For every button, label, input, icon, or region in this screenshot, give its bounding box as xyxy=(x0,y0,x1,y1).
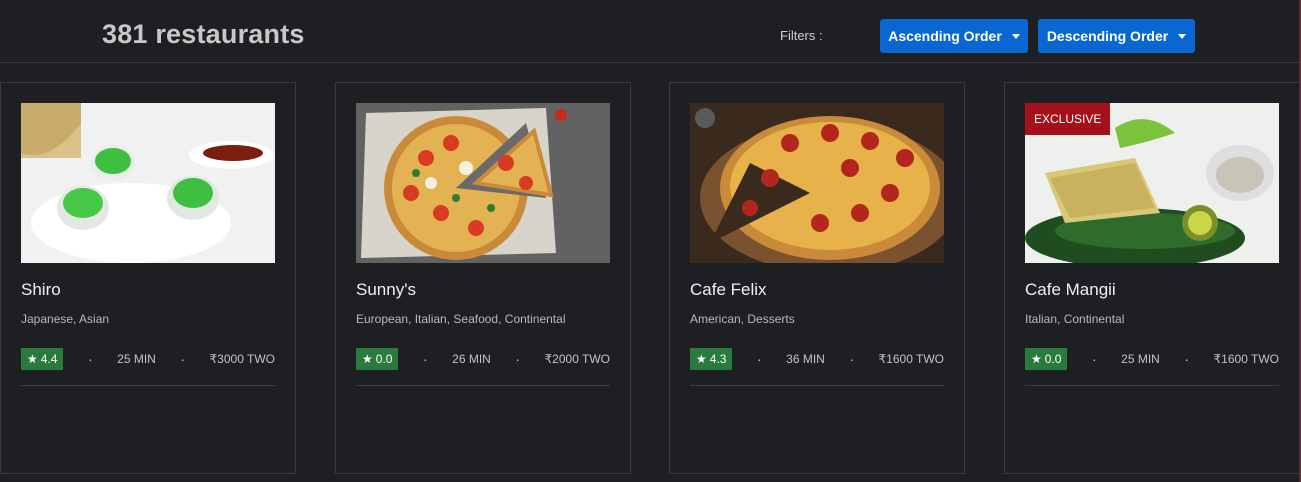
exclusive-badge: EXCLUSIVE xyxy=(1025,103,1111,135)
rating-badge: ★ 4.3 xyxy=(690,348,733,370)
separator-dot: · xyxy=(1184,351,1190,367)
restaurant-cuisine: Japanese, Asian xyxy=(21,312,110,326)
filters-label: Filters : xyxy=(780,28,823,43)
dumplings-image xyxy=(21,103,275,263)
separator-dot: · xyxy=(849,351,855,367)
restaurant-meta: ★ 0.0 · 26 MIN · ₹2000 TWO xyxy=(356,348,610,370)
card-divider xyxy=(1025,385,1279,386)
restaurant-name[interactable]: Cafe Mangii xyxy=(1025,280,1116,300)
rating-value: 0.0 xyxy=(375,352,393,366)
cost-for-two: ₹1600 TWO xyxy=(1213,352,1279,366)
restaurant-name[interactable]: Sunny's xyxy=(356,280,416,300)
restaurant-card[interactable]: EXCLUSIVE Cafe Mangii Italian, Continent… xyxy=(1004,82,1300,474)
star-icon: ★ xyxy=(27,352,38,366)
descending-order-dropdown[interactable]: Descending Order xyxy=(1038,19,1195,53)
restaurant-card[interactable]: Sunny's European, Italian, Seafood, Cont… xyxy=(335,82,631,474)
restaurant-meta: ★ 4.4 · 25 MIN · ₹3000 TWO xyxy=(21,348,275,370)
pizza-image xyxy=(356,103,610,263)
star-icon: ★ xyxy=(1031,352,1042,366)
separator-dot: · xyxy=(515,351,521,367)
separator-dot: · xyxy=(1091,351,1097,367)
restaurant-card[interactable]: Cafe Felix American, Desserts ★ 4.3 · 36 … xyxy=(669,82,965,474)
delivery-time: 25 MIN xyxy=(117,352,156,366)
ascending-order-dropdown[interactable]: Ascending Order xyxy=(880,19,1028,53)
caret-down-icon xyxy=(1178,33,1187,39)
rating-badge: ★ 4.4 xyxy=(21,348,64,370)
rating-value: 4.4 xyxy=(40,352,58,366)
card-divider xyxy=(356,385,610,386)
card-divider xyxy=(690,385,944,386)
delivery-time: 25 MIN xyxy=(1121,352,1160,366)
separator-dot: · xyxy=(756,351,762,367)
separator-dot: · xyxy=(422,351,428,367)
star-icon: ★ xyxy=(362,352,373,366)
restaurant-cuisine: Italian, Continental xyxy=(1025,312,1125,326)
rating-badge: ★ 0.0 xyxy=(1025,348,1068,370)
rating-value: 0.0 xyxy=(1044,352,1062,366)
caret-down-icon xyxy=(1011,33,1020,39)
restaurant-photo: EXCLUSIVE xyxy=(1025,103,1279,263)
cost-for-two: ₹3000 TWO xyxy=(209,352,275,366)
cost-for-two: ₹1600 TWO xyxy=(878,352,944,366)
restaurant-photo xyxy=(690,103,944,263)
delivery-time: 26 MIN xyxy=(452,352,491,366)
restaurant-meta: ★ 4.3 · 36 MIN · ₹1600 TWO xyxy=(690,348,944,370)
restaurant-cuisine: American, Desserts xyxy=(690,312,795,326)
star-icon: ★ xyxy=(696,352,707,366)
restaurant-name[interactable]: Cafe Felix xyxy=(690,280,767,300)
restaurant-count-title: 381 restaurants xyxy=(102,19,305,49)
restaurant-cuisine: European, Italian, Seafood, Continental xyxy=(356,312,566,326)
restaurant-photo xyxy=(356,103,610,263)
rating-badge: ★ 0.0 xyxy=(356,348,399,370)
delivery-time: 36 MIN xyxy=(786,352,825,366)
ascending-order-label: Ascending Order xyxy=(888,28,1002,44)
card-divider xyxy=(21,385,275,386)
top-bar: 381 restaurants Filters : Ascending Orde… xyxy=(0,0,1301,63)
restaurant-name[interactable]: Shiro xyxy=(21,280,61,300)
rating-value: 4.3 xyxy=(709,352,727,366)
descending-order-label: Descending Order xyxy=(1046,28,1169,44)
separator-dot: · xyxy=(87,351,93,367)
cost-for-two: ₹2000 TWO xyxy=(544,352,610,366)
restaurant-card[interactable]: Shiro Japanese, Asian ★ 4.4 · 25 MIN · ₹3… xyxy=(0,82,296,474)
pepperoni-pizza-image xyxy=(690,103,944,263)
separator-dot: · xyxy=(180,351,186,367)
restaurant-photo xyxy=(21,103,275,263)
restaurant-meta: ★ 0.0 · 25 MIN · ₹1600 TWO xyxy=(1025,348,1279,370)
